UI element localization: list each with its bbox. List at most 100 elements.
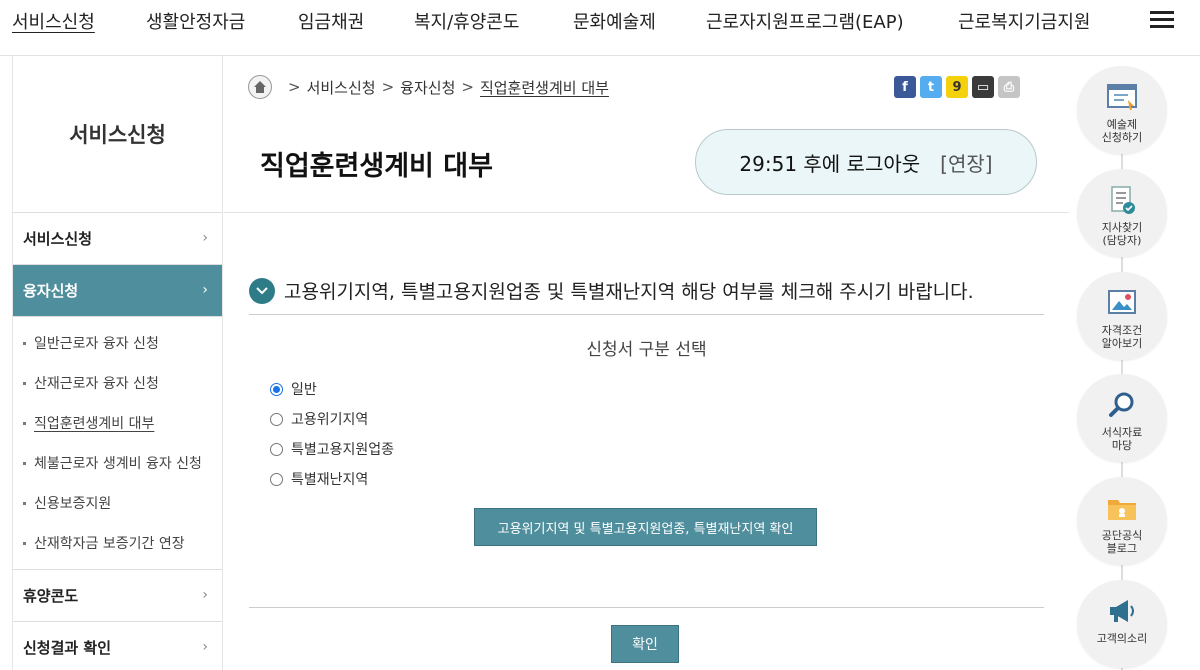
- quick-label: 공단공식 블로그: [1101, 529, 1143, 555]
- quick-label: 예술제 신청하기: [1101, 118, 1143, 144]
- top-navigation: 서비스신청 생활안정자금 임금채권 복지/휴양콘도 문화예술제 근로자지원프로그…: [0, 0, 1200, 56]
- kakao-icon[interactable]: 9: [946, 76, 968, 98]
- breadcrumb-separator: >: [288, 78, 301, 96]
- form-title: 신청서 구분 선택: [586, 340, 707, 360]
- chevron-right-icon: ›: [202, 587, 208, 603]
- bullet-icon: [23, 341, 26, 345]
- nav-welfare-fund[interactable]: 근로복지기금지원: [958, 8, 1090, 34]
- main-content: > 서비스신청 > 융자신청 > 직업훈련생계비 대부 f t 9 ▭ ⎙ 직업…: [224, 56, 1069, 670]
- breadcrumb: > 서비스신청 > 융자신청 > 직업훈련생계비 대부: [248, 74, 609, 100]
- quick-label: 자격조건 알아보기: [1101, 324, 1143, 350]
- logout-timer: 29:51 후에 로그아웃 [연장]: [695, 129, 1037, 195]
- radio-button[interactable]: [270, 442, 283, 456]
- share-icons: f t 9 ▭ ⎙: [894, 76, 1020, 98]
- print-icon[interactable]: ⎙: [998, 76, 1020, 98]
- breadcrumb-separator: >: [461, 78, 474, 96]
- sidebar-item-label: 서비스신청: [23, 230, 93, 248]
- submenu-item[interactable]: 일반근로자 융자 신청: [13, 323, 222, 363]
- quick-label: 고객의소리: [1096, 632, 1148, 645]
- quick-forms[interactable]: 서식자료 마당: [1077, 374, 1167, 462]
- quick-menu: 예술제 신청하기 지사찾기 (담당자) 자격조건 알아보기 서식자료 마당 공단…: [1077, 56, 1167, 670]
- region-check-button[interactable]: 고용위기지역 및 특별고용지원업종, 특별재난지역 확인: [474, 508, 817, 546]
- application-type-radio-group: 일반 고용위기지역 특별고용지원업종 특별재난지역: [270, 374, 394, 494]
- bullet-icon: [23, 461, 26, 465]
- logout-timer-text: 29:51 후에 로그아웃: [739, 151, 921, 176]
- home-icon[interactable]: [248, 75, 272, 99]
- radio-option-disaster-region[interactable]: 특별재난지역: [270, 464, 394, 494]
- sidebar-item-label: 융자신청: [23, 282, 79, 300]
- page-title: 직업훈련생계비 대부: [260, 151, 493, 182]
- hamburger-menu-icon[interactable]: [1150, 11, 1174, 29]
- radio-option-crisis-region[interactable]: 고용위기지역: [270, 404, 394, 434]
- form-icon: [1105, 80, 1139, 114]
- nav-service-apply[interactable]: 서비스신청: [12, 8, 95, 34]
- radio-button[interactable]: [270, 412, 283, 426]
- extend-session-button[interactable]: [연장]: [940, 148, 992, 177]
- divider: [224, 212, 1069, 213]
- quick-art-apply[interactable]: 예술제 신청하기: [1077, 66, 1167, 154]
- sidebar-item-service-apply[interactable]: 서비스신청 ›: [13, 213, 222, 265]
- sidebar-item-loan-apply[interactable]: 융자신청 ›: [13, 265, 222, 317]
- chevron-down-icon: [249, 277, 275, 304]
- picture-icon: [1105, 286, 1139, 320]
- submenu-item[interactable]: 산재학자금 보증기간 연장: [13, 523, 222, 563]
- submenu-item[interactable]: 체불근로자 생계비 융자 신청: [13, 443, 222, 483]
- submenu-label: 직업훈련생계비 대부: [34, 416, 155, 432]
- breadcrumb-current[interactable]: 직업훈련생계비 대부: [480, 77, 609, 98]
- folder-icon: [1105, 491, 1139, 525]
- nav-eap[interactable]: 근로자지원프로그램(EAP): [706, 8, 904, 34]
- sidebar-item-result-check[interactable]: 신청결과 확인 ›: [13, 622, 222, 670]
- quick-blog[interactable]: 공단공식 블로그: [1077, 477, 1167, 565]
- band-icon[interactable]: ▭: [972, 76, 994, 98]
- radio-label: 고용위기지역: [291, 412, 369, 428]
- submenu-label: 체불근로자 생계비 융자 신청: [34, 456, 202, 472]
- bullet-icon: [23, 541, 26, 545]
- notice: 고용위기지역, 특별고용지원업종 및 특별재난지역 해당 여부를 체크해 주시기…: [249, 277, 974, 304]
- sidebar-item-label: 신청결과 확인: [23, 639, 112, 657]
- breadcrumb-item[interactable]: 융자신청: [400, 77, 455, 98]
- submenu-label: 산재근로자 융자 신청: [34, 376, 159, 392]
- chevron-right-icon: ›: [202, 639, 208, 655]
- twitter-icon[interactable]: t: [920, 76, 942, 98]
- search-icon: [1105, 388, 1139, 422]
- confirm-button[interactable]: 확인: [611, 625, 679, 663]
- megaphone-icon: [1105, 594, 1139, 628]
- radio-label: 특별고용지원업종: [291, 442, 395, 458]
- notice-text: 고용위기지역, 특별고용지원업종 및 특별재난지역 해당 여부를 체크해 주시기…: [284, 281, 974, 303]
- sidebar-item-label: 휴양콘도: [23, 587, 79, 605]
- facebook-icon[interactable]: f: [894, 76, 916, 98]
- bullet-icon: [23, 381, 26, 385]
- nav-living-fund[interactable]: 생활안정자금: [146, 8, 245, 34]
- radio-label: 특별재난지역: [291, 472, 369, 488]
- submenu-item-current[interactable]: 직업훈련생계비 대부: [13, 403, 222, 443]
- submenu-label: 신용보증지원: [34, 496, 112, 512]
- nav-welfare-condo[interactable]: 복지/휴양콘도: [414, 8, 519, 34]
- quick-branch-find[interactable]: 지사찾기 (담당자): [1077, 169, 1167, 257]
- submenu-item[interactable]: 산재근로자 융자 신청: [13, 363, 222, 403]
- sidebar-item-condo[interactable]: 휴양콘도 ›: [13, 570, 222, 622]
- sidebar-title: 서비스신청: [13, 56, 222, 213]
- radio-label: 일반: [291, 382, 317, 398]
- sidebar-submenu: 일반근로자 융자 신청 산재근로자 융자 신청 직업훈련생계비 대부 체불근로자…: [13, 317, 222, 570]
- quick-qualification[interactable]: 자격조건 알아보기: [1077, 272, 1167, 360]
- submenu-label: 산재학자금 보증기간 연장: [34, 536, 185, 552]
- bullet-icon: [23, 421, 26, 425]
- divider: [249, 314, 1044, 315]
- submenu-label: 일반근로자 융자 신청: [34, 336, 159, 352]
- quick-label: 지사찾기 (담당자): [1101, 221, 1143, 247]
- nav-art-festival[interactable]: 문화예술제: [573, 8, 656, 34]
- radio-button[interactable]: [270, 472, 283, 486]
- chevron-right-icon: ›: [202, 230, 208, 246]
- left-sidebar: 서비스신청 서비스신청 › 융자신청 › 일반근로자 융자 신청 산재근로자 융…: [12, 56, 223, 670]
- divider: [249, 607, 1044, 608]
- breadcrumb-item[interactable]: 서비스신청: [307, 77, 376, 98]
- bullet-icon: [23, 501, 26, 505]
- radio-option-general[interactable]: 일반: [270, 374, 394, 404]
- chevron-right-icon: ›: [202, 282, 208, 298]
- radio-option-special-industry[interactable]: 특별고용지원업종: [270, 434, 394, 464]
- nav-wage-claim[interactable]: 임금채권: [298, 8, 364, 34]
- submenu-item[interactable]: 신용보증지원: [13, 483, 222, 523]
- breadcrumb-separator: >: [381, 78, 395, 96]
- quick-voice[interactable]: 고객의소리: [1077, 580, 1167, 668]
- radio-button[interactable]: [270, 382, 283, 396]
